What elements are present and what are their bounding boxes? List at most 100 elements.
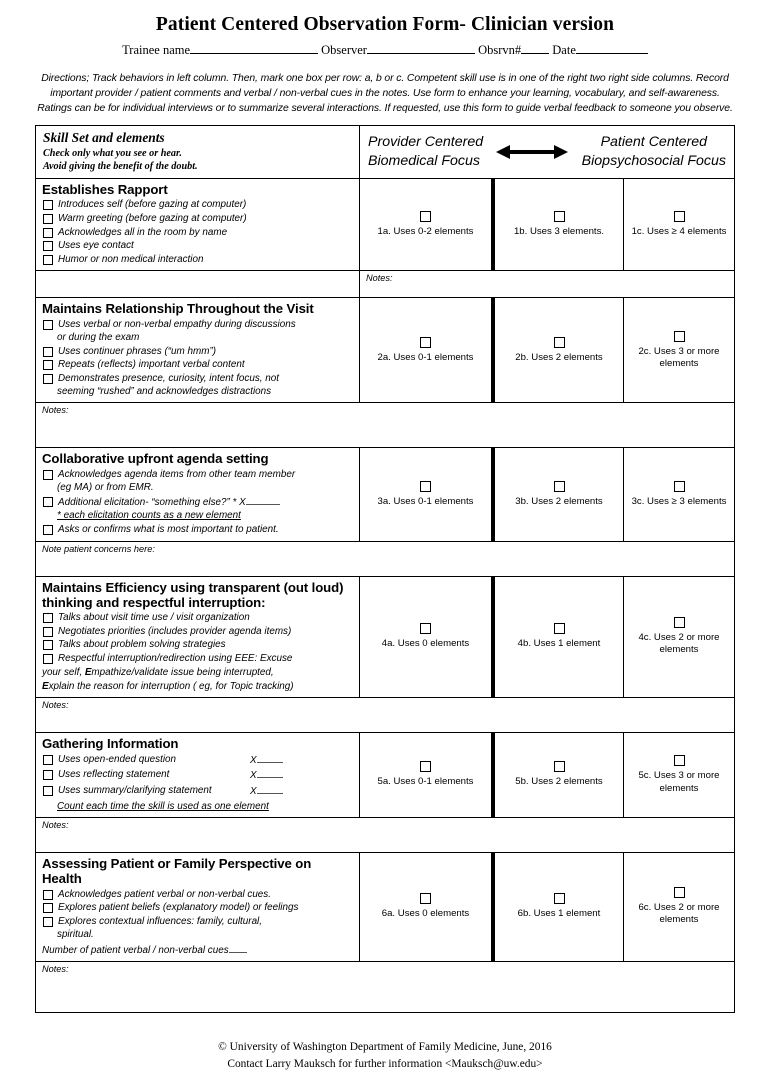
rating-checkbox-icon[interactable] <box>673 887 685 899</box>
section-1-notes-field[interactable]: Notes: <box>360 271 734 297</box>
checkbox-icon[interactable] <box>43 373 53 384</box>
checkbox-icon[interactable] <box>43 640 53 651</box>
rating-option-6c[interactable]: 6c. Uses 2 or more elements <box>624 853 734 960</box>
page-title: Patient Centered Observation Form- Clini… <box>155 14 615 35</box>
rating-checkbox-icon[interactable] <box>553 480 565 492</box>
rating-checkbox-icon[interactable] <box>420 761 431 773</box>
rating-option-2b[interactable]: 2b. Uses 2 elements <box>495 298 624 403</box>
rating-option-3b[interactable]: 3b. Uses 2 elements <box>495 448 624 541</box>
checkbox-icon[interactable] <box>43 469 53 480</box>
section-3-notes-field[interactable]: Note patient concerns here: <box>36 542 734 576</box>
rating-option-2a[interactable]: 2a. Uses 0-1 elements <box>360 298 495 403</box>
rating-option-2c[interactable]: 2c. Uses 3 or more elements <box>624 298 734 402</box>
elicitation-count-input[interactable] <box>245 495 280 505</box>
checklist-item[interactable]: Warm greeting (before gazing at computer… <box>42 212 354 225</box>
checklist-item[interactable]: Demonstrates presence, curiosity, intent… <box>42 372 354 385</box>
checklist-item[interactable]: Repeats (reflects) important verbal cont… <box>42 358 354 371</box>
rating-checkbox-icon[interactable] <box>420 623 431 635</box>
section-5-notes-field[interactable]: Notes: <box>36 818 734 852</box>
checklist-item[interactable]: Talks about visit time use / visit organ… <box>42 611 354 624</box>
rating-option-3a[interactable]: 3a. Uses 0-1 elements <box>360 448 495 541</box>
checklist-item[interactable]: Acknowledges all in the room by name <box>42 226 354 239</box>
checkbox-icon[interactable] <box>43 626 53 637</box>
checkbox-icon[interactable] <box>43 200 53 211</box>
checkbox-icon[interactable] <box>43 227 53 238</box>
checklist-item-label: Acknowledges all in the room by name <box>58 226 228 238</box>
checklist-item[interactable]: Uses summary/clarifying statement X <box>42 784 354 798</box>
checkbox-icon[interactable] <box>43 770 53 781</box>
rating-option-3c[interactable]: 3c. Uses ≥ 3 elements <box>624 448 734 540</box>
rating-option-4a[interactable]: 4a. Uses 0 elements <box>360 576 495 698</box>
checkbox-icon[interactable] <box>43 360 53 371</box>
checklist-item[interactable]: Explores patient beliefs (explanatory mo… <box>42 901 354 914</box>
checklist-item[interactable]: Explores contextual influences: family, … <box>42 915 354 928</box>
rating-option-5b[interactable]: 5b. Uses 2 elements <box>495 733 624 818</box>
date-input[interactable] <box>575 42 648 54</box>
checklist-item[interactable]: Humor or non medical interaction <box>42 253 354 266</box>
checklist-item[interactable]: Asks or confirms what is most important … <box>42 523 354 536</box>
rating-option-5c[interactable]: 5c. Uses 3 or more elements <box>624 733 734 817</box>
checkbox-icon[interactable] <box>43 241 53 252</box>
checklist-item[interactable]: Uses verbal or non-verbal empathy during… <box>42 318 354 331</box>
checkbox-icon[interactable] <box>43 214 53 225</box>
rating-checkbox-icon[interactable] <box>420 336 431 348</box>
rating-checkbox-icon[interactable] <box>553 211 565 223</box>
checklist-item[interactable]: Uses open-ended question X <box>42 753 354 767</box>
tally-input[interactable] <box>256 768 283 779</box>
rating-option-6a[interactable]: 6a. Uses 0 elements <box>360 853 495 961</box>
rating-checkbox-icon[interactable] <box>420 893 431 905</box>
checkbox-icon[interactable] <box>43 889 53 900</box>
rating-checkbox-icon[interactable] <box>673 617 685 629</box>
rating-option-4b[interactable]: 4b. Uses 1 element <box>495 576 624 698</box>
rating-checkbox-icon[interactable] <box>553 336 565 348</box>
checklist-item[interactable]: Additional elicitation- “something else?… <box>42 495 354 509</box>
section-2-notes-field[interactable]: Notes: <box>36 403 734 447</box>
checkbox-icon[interactable] <box>43 525 53 536</box>
checkbox-icon[interactable] <box>43 916 53 927</box>
checklist-item[interactable]: Uses reflecting statement X <box>42 768 354 782</box>
rating-option-6b[interactable]: 6b. Uses 1 element <box>495 853 624 961</box>
rating-checkbox-icon[interactable] <box>420 211 431 223</box>
tally-input[interactable] <box>256 753 283 763</box>
rating-checkbox-icon[interactable] <box>553 623 565 635</box>
trainee-name-input[interactable] <box>190 42 319 54</box>
rating-option-1a[interactable]: 1a. Uses 0-2 elements <box>360 179 495 271</box>
section-6-checklist: Acknowledges patient verbal or non-verba… <box>42 888 354 957</box>
checkbox-icon[interactable] <box>43 254 53 265</box>
checklist-item[interactable]: Uses eye contact <box>42 239 354 252</box>
checkbox-icon[interactable] <box>43 786 53 797</box>
rating-option-4c[interactable]: 4c. Uses 2 or more elements <box>624 577 734 698</box>
checkbox-icon[interactable] <box>43 653 53 664</box>
cue-count-input[interactable] <box>228 943 247 953</box>
section-1-checklist: Introduces self (before gazing at comput… <box>42 198 354 265</box>
observer-input[interactable] <box>366 42 475 54</box>
checkbox-icon[interactable] <box>43 346 53 357</box>
checklist-item[interactable]: Talks about problem solving strategies <box>42 638 354 651</box>
checkbox-icon[interactable] <box>43 319 53 330</box>
checklist-item[interactable]: Respectful interruption/redirection usin… <box>42 652 354 665</box>
checklist-item[interactable]: Negotiates priorities (includes provider… <box>42 625 354 638</box>
rating-checkbox-icon[interactable] <box>673 330 685 342</box>
section-4-notes-field[interactable]: Notes: <box>36 698 734 732</box>
rating-checkbox-icon[interactable] <box>420 480 431 492</box>
checkbox-icon[interactable] <box>43 903 53 914</box>
rating-checkbox-icon[interactable] <box>553 761 565 773</box>
checklist-item[interactable]: Introduces self (before gazing at comput… <box>42 198 354 211</box>
rating-checkbox-icon[interactable] <box>673 480 685 492</box>
checkbox-icon[interactable] <box>43 754 53 765</box>
section-4-title: Maintains Efficiency using transparent (… <box>42 579 344 610</box>
section-6-notes-field[interactable]: Notes: <box>36 962 734 1012</box>
rating-option-5a[interactable]: 5a. Uses 0-1 elements <box>360 733 495 818</box>
checklist-item[interactable]: Acknowledges agenda items from other tea… <box>42 468 354 481</box>
checkbox-icon[interactable] <box>43 613 53 624</box>
obsrvn-number-input[interactable] <box>521 42 550 54</box>
checklist-item[interactable]: Uses continuer phrases (“um hmm”) <box>42 345 354 358</box>
rating-option-1c[interactable]: 1c. Uses ≥ 4 elements <box>624 179 734 270</box>
checklist-item[interactable]: Acknowledges patient verbal or non-verba… <box>42 888 354 901</box>
tally-input[interactable] <box>256 784 283 795</box>
checkbox-icon[interactable] <box>43 496 53 507</box>
rating-checkbox-icon[interactable] <box>673 211 685 223</box>
rating-checkbox-icon[interactable] <box>553 893 565 905</box>
rating-option-1b[interactable]: 1b. Uses 3 elements. <box>495 179 624 271</box>
rating-checkbox-icon[interactable] <box>673 755 685 767</box>
